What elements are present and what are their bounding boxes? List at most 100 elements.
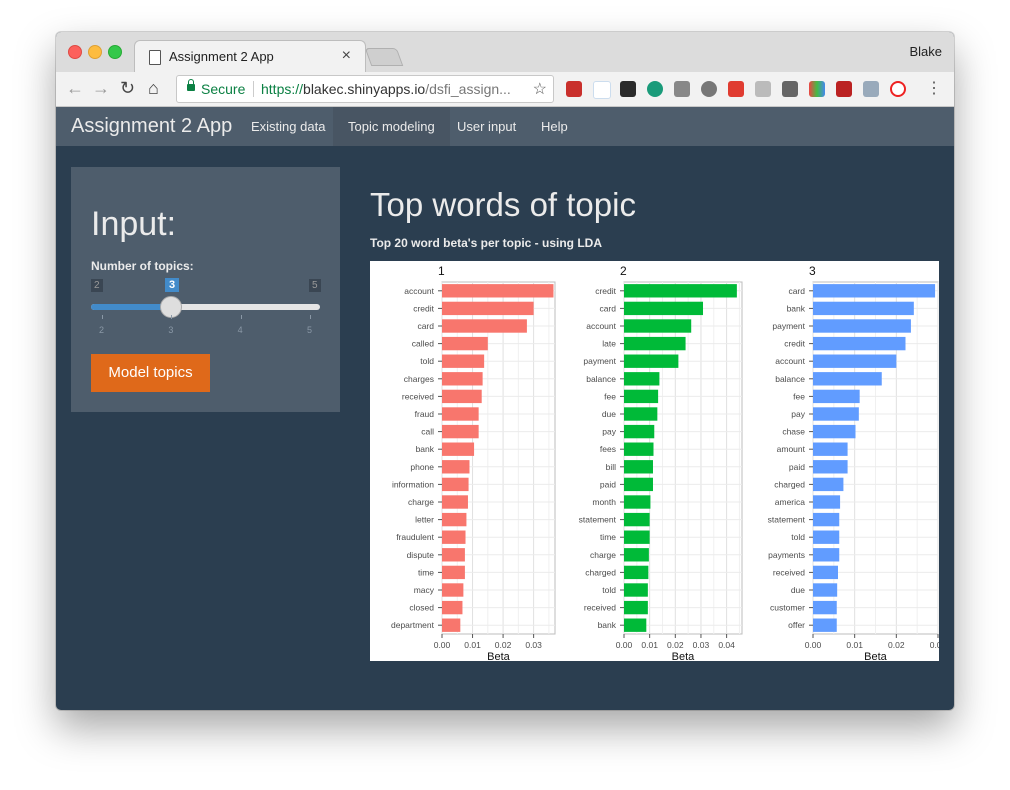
- category-label: told: [602, 585, 616, 595]
- app-navbar: Assignment 2 App Existing data Topic mod…: [56, 107, 954, 146]
- window-maximize-button[interactable]: [108, 45, 122, 59]
- x-tick-label: 0.02: [888, 640, 905, 650]
- new-tab-button[interactable]: [364, 48, 404, 66]
- slider-max-label: 5: [309, 279, 321, 292]
- bar-statement: [624, 512, 650, 527]
- bar-month: [624, 495, 651, 509]
- bar-phone: [442, 460, 470, 474]
- category-label: account: [586, 321, 616, 331]
- bar-due: [813, 583, 838, 597]
- category-label: fees: [600, 444, 616, 454]
- bar-charged: [624, 565, 649, 580]
- reload-icon[interactable]: ↻: [120, 78, 135, 98]
- satellite-extension-icon[interactable]: [863, 81, 879, 97]
- bar-account: [442, 284, 554, 298]
- opera-extension-icon[interactable]: [890, 81, 906, 97]
- window-minimize-button[interactable]: [88, 45, 102, 59]
- category-label: due: [602, 409, 616, 419]
- category-label: closed: [409, 603, 434, 613]
- square-extension-icon[interactable]: [674, 81, 690, 97]
- category-label: payment: [583, 356, 616, 366]
- bar-told: [442, 354, 485, 368]
- dial-extension-icon[interactable]: [701, 81, 717, 97]
- category-label: fraudulent: [396, 532, 434, 542]
- panel-frame: [441, 281, 556, 635]
- category-label: chase: [782, 427, 805, 437]
- home-icon[interactable]: ⌂: [148, 78, 159, 98]
- facet-label: 1: [438, 264, 445, 278]
- slider-grid-label: 5: [307, 325, 313, 335]
- bar-received: [813, 565, 838, 580]
- arrow-extension-icon[interactable]: [728, 81, 744, 97]
- lock-icon: [187, 79, 195, 91]
- tab-topic-modeling[interactable]: Topic modeling: [333, 107, 450, 146]
- bar-credit: [813, 336, 906, 351]
- tab-close-icon[interactable]: ×: [342, 47, 351, 65]
- slider-grid-label: 2: [99, 325, 105, 335]
- category-label: called: [412, 339, 434, 349]
- bar-charges: [442, 372, 483, 386]
- slider-label: Number of topics:: [91, 259, 194, 273]
- category-label: received: [773, 567, 805, 577]
- bar-dispute: [442, 548, 465, 562]
- tab-help[interactable]: Help: [526, 107, 583, 146]
- bar-chase: [813, 424, 856, 439]
- bar-received: [624, 600, 648, 615]
- url-host: blakec.shinyapps.io: [303, 81, 426, 97]
- slider-value-label: 3: [165, 278, 180, 292]
- category-label: received: [584, 603, 616, 613]
- bar-fees: [624, 442, 654, 456]
- bar-pay: [624, 424, 655, 439]
- m-extension-icon[interactable]: [836, 81, 852, 97]
- model-topics-button[interactable]: Model topics: [91, 354, 210, 392]
- category-label: offer: [788, 620, 805, 630]
- tab-user-input[interactable]: User input: [442, 107, 531, 146]
- address-bar[interactable]: Secure https://blakec.shinyapps.io/dsfi_…: [176, 75, 554, 103]
- bulb-extension-icon[interactable]: [782, 81, 798, 97]
- x-tick-label: 0.04: [718, 640, 735, 650]
- x-tick-label: 0.01: [846, 640, 863, 650]
- category-label: received: [402, 391, 434, 401]
- category-label: macy: [414, 585, 435, 595]
- app-brand[interactable]: Assignment 2 App: [71, 115, 232, 138]
- new-badge-extension-icon[interactable]: [647, 81, 663, 97]
- category-label: bank: [416, 444, 435, 454]
- category-label: fee: [604, 391, 616, 401]
- category-label: fraud: [415, 409, 435, 419]
- browser-tab[interactable]: Assignment 2 App ×: [134, 40, 366, 73]
- category-label: information: [392, 479, 434, 489]
- bar-macy: [442, 583, 464, 597]
- bar-charged: [813, 477, 844, 492]
- bar-paid: [813, 460, 848, 474]
- bar-told: [624, 583, 648, 597]
- category-label: paid: [789, 462, 805, 472]
- window-close-button[interactable]: [68, 45, 82, 59]
- profile-name[interactable]: Blake: [909, 44, 942, 59]
- k-extension-icon[interactable]: [620, 81, 636, 97]
- bar-bill: [624, 460, 653, 474]
- bar-fee: [624, 389, 659, 404]
- rainbow-extension-icon[interactable]: [809, 81, 825, 97]
- bookmark-star-icon[interactable]: ☆: [533, 79, 547, 99]
- bar-america: [813, 495, 841, 509]
- category-label: pay: [602, 427, 616, 437]
- book-extension-icon[interactable]: [566, 81, 582, 97]
- cloud-extension-icon[interactable]: [593, 81, 611, 99]
- category-label: card: [599, 303, 616, 313]
- category-label: told: [791, 532, 805, 542]
- x-axis-label: Beta: [487, 651, 511, 661]
- category-label: due: [791, 585, 805, 595]
- forward-arrow-icon[interactable]: →: [92, 78, 110, 98]
- drive-extension-icon[interactable]: [755, 81, 771, 97]
- x-axis-label: Beta: [864, 651, 888, 661]
- category-label: customer: [770, 603, 805, 613]
- url-separator: [253, 81, 254, 97]
- bar-time: [624, 530, 650, 544]
- tab-existing-data[interactable]: Existing data: [236, 107, 340, 146]
- category-label: account: [775, 356, 805, 366]
- browser-menu-icon[interactable]: ⋮: [926, 78, 942, 98]
- back-arrow-icon[interactable]: ←: [66, 78, 84, 98]
- page-title: Top words of topic: [370, 186, 636, 223]
- bar-statement: [813, 512, 840, 527]
- slider-grid-label: 3: [168, 325, 174, 335]
